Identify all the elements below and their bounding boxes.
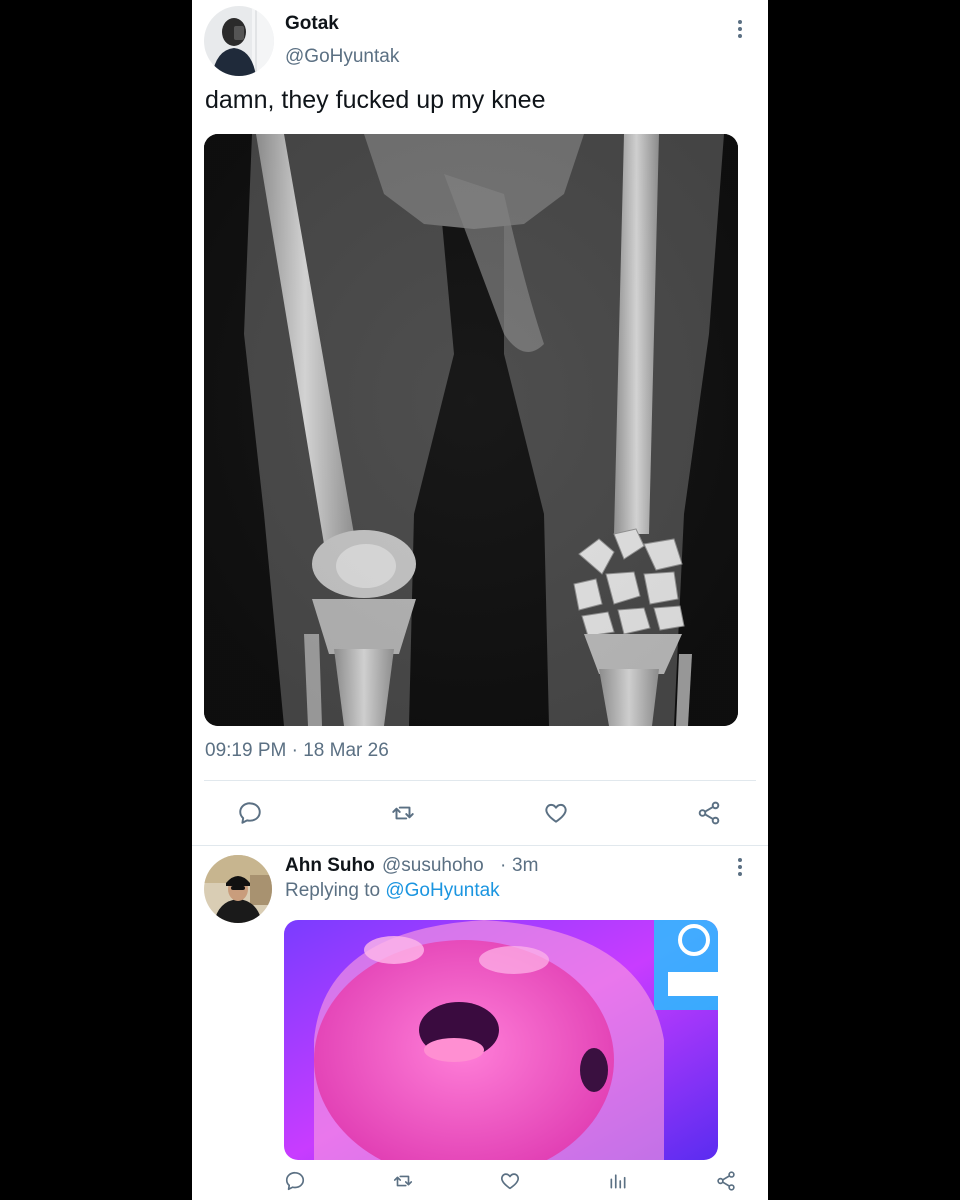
share-icon[interactable] [696, 800, 722, 826]
reply-time[interactable]: 3m [512, 855, 538, 877]
reply-icon[interactable] [237, 800, 263, 826]
like-icon[interactable] [499, 1170, 521, 1192]
analytics-icon[interactable] [608, 1170, 628, 1192]
more-vertical-icon[interactable] [737, 858, 743, 879]
reply-author-handle[interactable]: @susuhoho [382, 855, 484, 877]
divider [204, 780, 756, 781]
replying-to-link[interactable]: @GoHyuntak [385, 880, 499, 901]
reply-icon[interactable] [284, 1170, 306, 1192]
tweet-image[interactable] [204, 134, 738, 726]
reply-separator: · [500, 855, 507, 876]
reply-image[interactable] [284, 920, 718, 1160]
divider [192, 845, 768, 846]
timeline-panel: Gotak @GoHyuntak damn, they fucked up my… [192, 0, 768, 1200]
tweet-timestamp[interactable]: 09:19 PM · 18 Mar 26 [205, 740, 389, 762]
replying-to: Replying to @GoHyuntak [285, 880, 500, 902]
avatar[interactable] [204, 855, 272, 923]
tweet-text: damn, they fucked up my knee [205, 86, 546, 114]
retweet-icon[interactable] [389, 800, 417, 826]
author-name[interactable]: Gotak [285, 13, 339, 35]
avatar[interactable] [204, 6, 274, 76]
reply-author-name[interactable]: Ahn Suho [285, 855, 375, 877]
retweet-icon[interactable] [391, 1170, 415, 1192]
like-icon[interactable] [543, 800, 569, 826]
share-icon[interactable] [715, 1170, 737, 1192]
replying-to-label: Replying to [285, 880, 386, 901]
author-handle[interactable]: @GoHyuntak [285, 46, 399, 68]
more-vertical-icon[interactable] [737, 20, 743, 41]
